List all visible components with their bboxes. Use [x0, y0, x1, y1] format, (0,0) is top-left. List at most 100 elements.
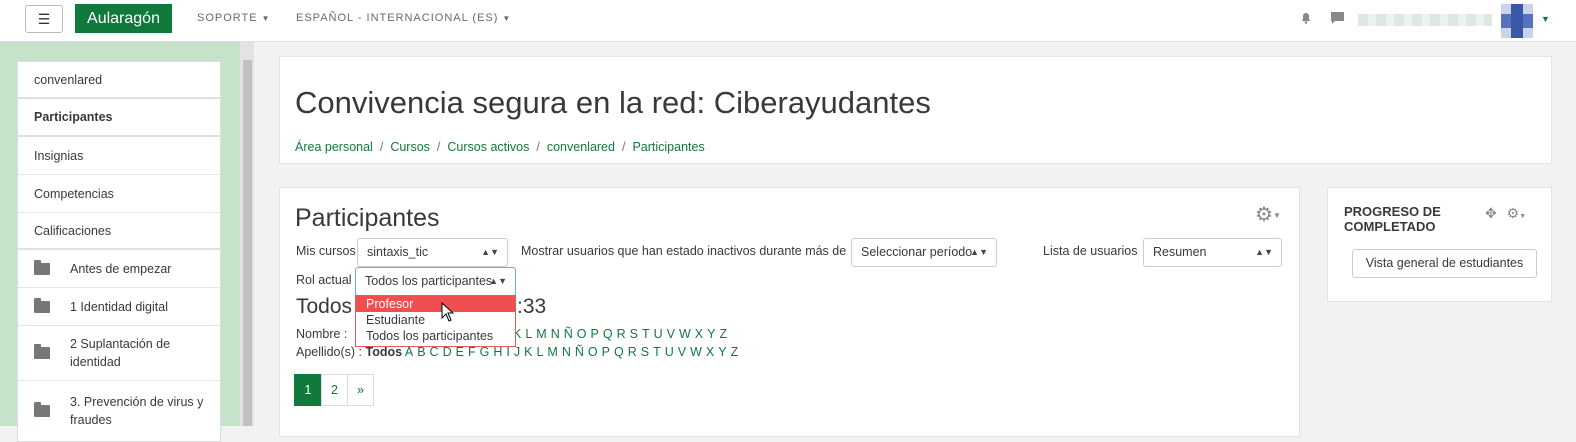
firstname-initial-link[interactable]: U — [654, 327, 663, 341]
page-next-link[interactable]: » — [347, 374, 374, 406]
my-courses-select[interactable]: sintaxis_tic ▲▼ — [357, 238, 508, 267]
page-header: Convivencia segura en la red: Ciberayuda… — [279, 56, 1552, 164]
firstname-initial-link[interactable]: M — [536, 327, 546, 341]
lastname-initial-link[interactable]: K — [524, 345, 532, 359]
firstname-initial-link[interactable]: L — [525, 327, 532, 341]
lastname-initial-link[interactable]: N — [562, 345, 571, 359]
drawer-item-section[interactable]: 1 Identidad digital — [18, 288, 220, 326]
lastname-initial-link[interactable]: D — [443, 345, 452, 359]
language-menu[interactable]: ESPAÑOL - INTERNACIONAL (ES) ▼ — [296, 12, 511, 24]
bell-icon[interactable] — [1299, 11, 1313, 25]
gear-icon: ⚙ — [1255, 204, 1273, 226]
drawer-item-section[interactable]: 3. Prevención de virus y fraudes — [18, 381, 220, 441]
lastname-initial-link[interactable]: H — [493, 345, 502, 359]
lastname-initial-link[interactable]: E — [456, 345, 464, 359]
move-icon[interactable]: ✥ — [1485, 205, 1497, 221]
lastname-initial-link[interactable]: R — [628, 345, 637, 359]
gear-icon[interactable]: ⚙ — [1507, 205, 1520, 221]
firstname-initial-link[interactable]: V — [667, 327, 675, 341]
firstname-initial-link[interactable]: S — [630, 327, 638, 341]
drawer-item-competencies[interactable]: Competencias — [18, 175, 220, 213]
lastname-initial-link[interactable]: L — [536, 345, 543, 359]
initial-all-active[interactable]: Todos — [365, 345, 402, 359]
firstname-initial-link[interactable]: Ñ — [564, 327, 573, 341]
firstname-initial-link[interactable]: Q — [603, 327, 613, 341]
breadcrumb-item[interactable]: Cursos — [390, 140, 430, 154]
chevron-down-icon: ▼ — [502, 14, 512, 23]
firstname-initial-link[interactable]: T — [642, 327, 650, 341]
lastname-initial-link[interactable]: P — [602, 345, 610, 359]
role-option-teacher[interactable]: Profesor — [356, 296, 515, 312]
lastname-initials-label: Apellido(s) : — [296, 345, 362, 359]
page-link-1[interactable]: 1 — [294, 374, 322, 406]
firstname-initial-link[interactable]: Y — [707, 327, 715, 341]
chevron-down-icon: ▼ — [1272, 211, 1281, 221]
firstname-initial-link[interactable]: N — [551, 327, 560, 341]
firstname-initial-link[interactable]: R — [617, 327, 626, 341]
breadcrumb-item[interactable]: Área personal — [295, 140, 373, 154]
page-link-2[interactable]: 2 — [321, 374, 348, 406]
lastname-initial-link[interactable]: G — [480, 345, 490, 359]
chevron-down-icon: ▼ — [261, 14, 271, 23]
site-brand-link[interactable]: Aularagón — [75, 4, 172, 33]
drawer-item-grades[interactable]: Calificaciones — [18, 213, 220, 250]
drawer-item-participants[interactable]: Participantes — [18, 99, 220, 137]
inactive-period-select[interactable]: Seleccionar período ▲▼ — [851, 238, 997, 267]
lastname-initial-link[interactable]: Z — [731, 345, 739, 359]
lastname-initial-link[interactable]: X — [706, 345, 714, 359]
drawer-item-label: convenlared — [34, 72, 103, 87]
lastname-initial-link[interactable]: W — [690, 345, 702, 359]
firstname-initials-label: Nombre : — [296, 327, 348, 341]
hamburger-menu-button[interactable]: ☰ — [25, 5, 63, 33]
firstname-initial-link[interactable]: W — [679, 327, 691, 341]
lastname-initial-link[interactable]: V — [678, 345, 686, 359]
lastname-initial-link[interactable]: J — [514, 345, 520, 359]
folder-icon — [34, 344, 50, 359]
drawer-item-badges[interactable]: Insignias — [18, 137, 220, 175]
participants-count-right: :33 — [517, 295, 547, 318]
lastname-initial-link[interactable]: S — [641, 345, 649, 359]
drawer-item-label: Insignias — [34, 148, 84, 163]
page-actions-menu[interactable]: ⚙▼ — [1255, 202, 1281, 227]
drawer-item-section[interactable]: 2 Suplantación de identidad — [18, 326, 220, 381]
lastname-initial-link[interactable]: Y — [718, 345, 726, 359]
avatar[interactable] — [1501, 4, 1533, 38]
select-arrows-icon: ▲▼ — [481, 247, 499, 257]
breadcrumb-item[interactable]: Participantes — [632, 140, 704, 154]
user-list-label: Lista de usuarios — [1043, 244, 1138, 258]
drawer-item-course[interactable]: convenlared — [18, 62, 220, 99]
breadcrumb-item[interactable]: Cursos activos — [447, 140, 529, 154]
lastname-initial-link[interactable]: O — [588, 345, 598, 359]
chat-icon[interactable] — [1330, 11, 1345, 25]
firstname-initial-link[interactable]: Z — [719, 327, 727, 341]
lastname-initial-link[interactable]: F — [468, 345, 476, 359]
user-list-select[interactable]: Resumen ▲▼ — [1143, 238, 1282, 267]
lastname-initial-link[interactable]: M — [547, 345, 557, 359]
breadcrumb-separator: / — [536, 140, 540, 154]
drawer-item-section[interactable]: Antes de empezar — [18, 250, 220, 288]
support-menu[interactable]: SOPORTE ▼ — [197, 12, 271, 24]
chevron-down-icon[interactable]: ▼ — [1541, 14, 1550, 24]
firstname-initial-link[interactable]: O — [577, 327, 587, 341]
breadcrumb-item[interactable]: convenlared — [547, 140, 615, 154]
lastname-initial-link[interactable]: A — [405, 345, 413, 359]
block-title: PROGRESO DE COMPLETADO — [1344, 204, 1441, 234]
breadcrumb-separator: / — [379, 140, 384, 154]
participants-count-left: Todos — [296, 295, 353, 318]
chevron-down-icon[interactable]: ▼ — [1519, 213, 1526, 220]
role-option-all[interactable]: Todos los participantes — [356, 328, 515, 344]
students-overview-button[interactable]: Vista general de estudiantes — [1352, 249, 1537, 278]
role-option-student[interactable]: Estudiante — [356, 312, 515, 328]
lastname-initial-link[interactable]: U — [665, 345, 674, 359]
firstname-initial-link[interactable]: X — [695, 327, 703, 341]
lastname-initial-link[interactable]: T — [653, 345, 661, 359]
role-select[interactable]: Todos los participantes ▲▼ — [355, 267, 516, 296]
lastname-initial-link[interactable]: Ñ — [575, 345, 584, 359]
drawer-scrollbar-thumb[interactable] — [243, 60, 252, 426]
lastname-initial-link[interactable]: B — [417, 345, 425, 359]
lastname-initial-link[interactable]: Q — [614, 345, 624, 359]
lastname-initial-link[interactable]: C — [430, 345, 439, 359]
user-name-blurred[interactable] — [1358, 14, 1492, 26]
firstname-initial-link[interactable]: P — [591, 327, 599, 341]
lastname-initial-link[interactable]: I — [506, 345, 509, 359]
